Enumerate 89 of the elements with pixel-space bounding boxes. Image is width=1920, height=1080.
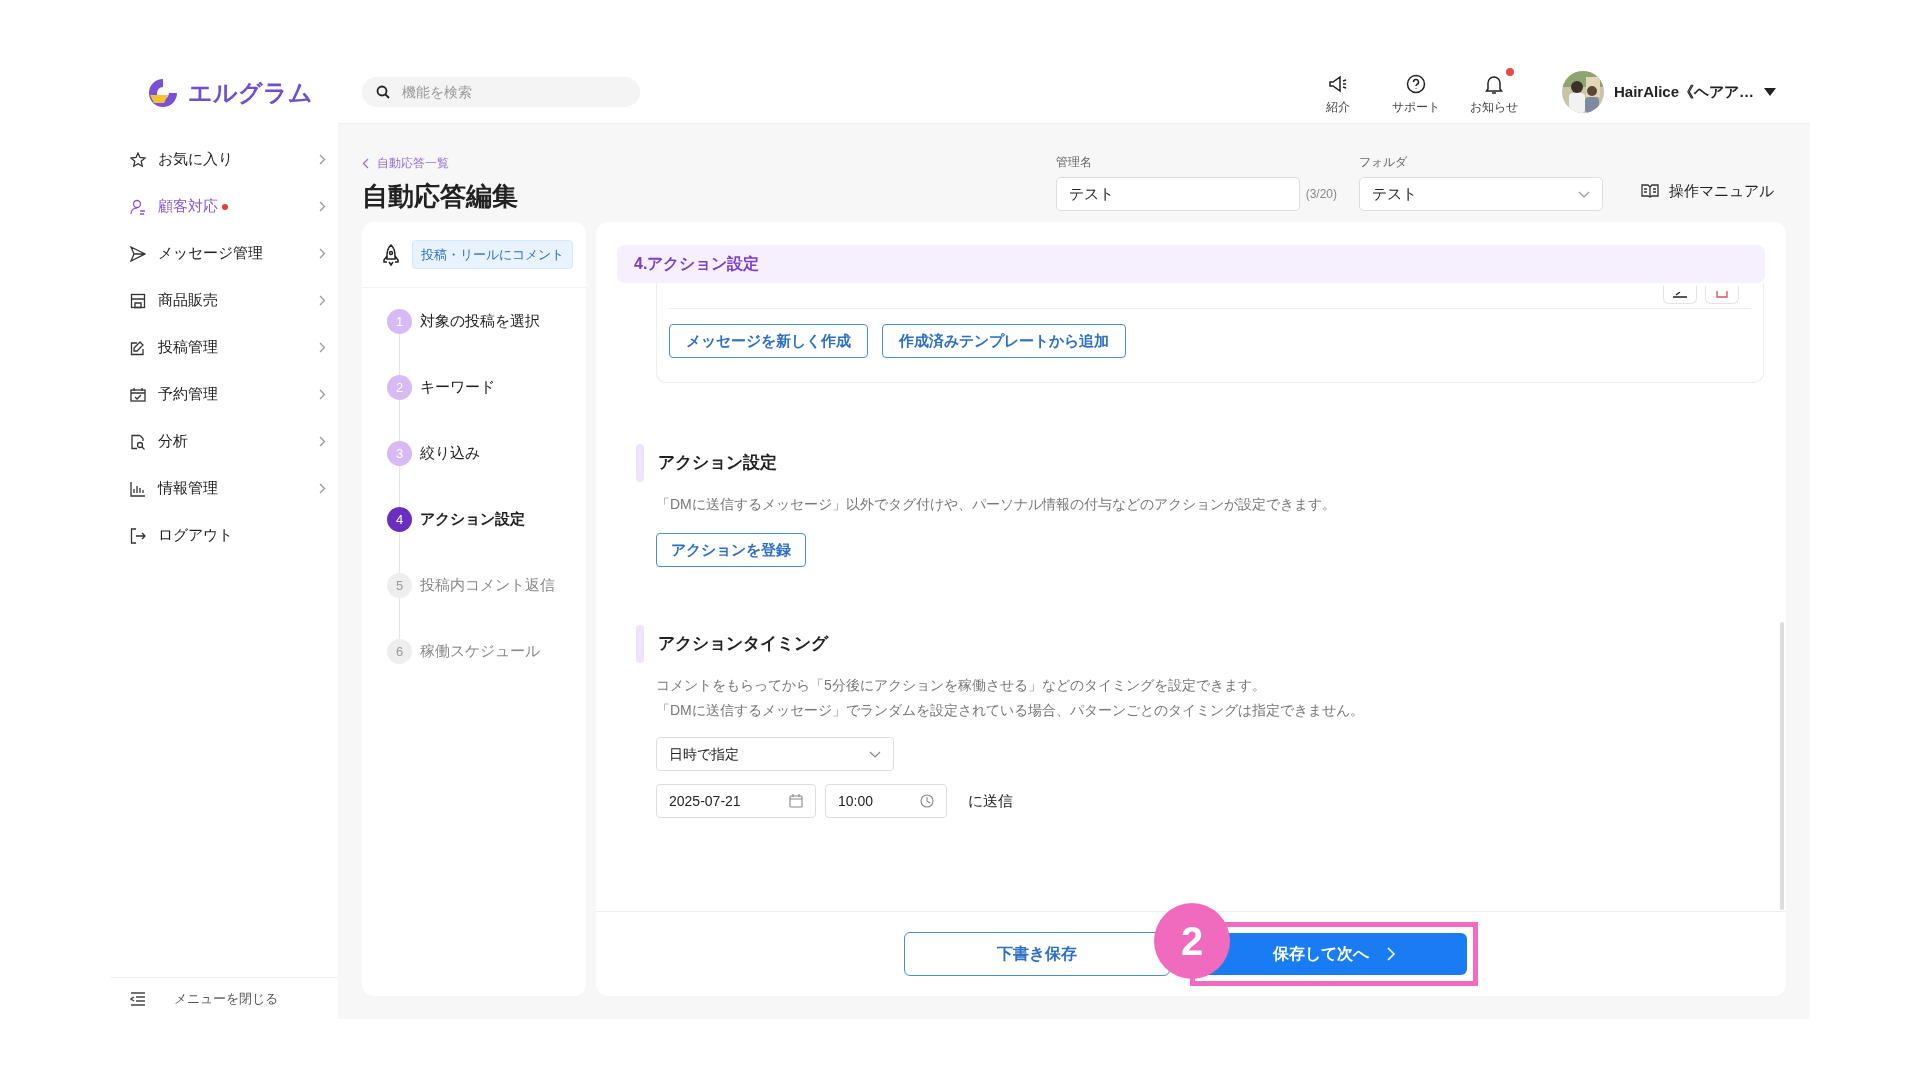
- time-field[interactable]: 10:00: [825, 784, 947, 818]
- user-name[interactable]: HairAlice《ヘアア…: [1613, 80, 1754, 104]
- menu-item[interactable]: お気に入り: [110, 136, 338, 183]
- nav-button[interactable]: サポート: [1387, 68, 1444, 116]
- accent-bar: [636, 444, 644, 482]
- section-description: コメントをもらってから「5分後にアクションを稼働させる」などのタイミングを設定できます。: [656, 676, 1267, 695]
- store-icon: [130, 292, 146, 309]
- page-title: 自動応答編集: [362, 180, 518, 213]
- report-icon: [130, 433, 146, 450]
- callout-tooltip: 2: [1154, 903, 1230, 979]
- chevron-right-icon: [319, 389, 326, 400]
- send-label: に送信: [968, 790, 1013, 811]
- edit-button[interactable]: [1663, 286, 1697, 304]
- folder-select[interactable]: テスト: [1359, 177, 1603, 211]
- search-icon: [376, 85, 390, 99]
- section-description: 「DMに送信するメッセージ」でランダムを設定されている場合、パターンごとのタイミングは指定できません。: [656, 701, 1365, 720]
- character-counter: (3/20): [1305, 186, 1337, 203]
- register-action-button[interactable]: アクションを登録: [656, 533, 806, 567]
- message-button[interactable]: 作成済みテンプレートから追加: [882, 324, 1126, 358]
- chevron-right-icon: [319, 436, 326, 447]
- dropdown-icon[interactable]: [1764, 88, 1776, 96]
- chevron-right-icon: [319, 201, 326, 212]
- menu-item[interactable]: 商品販売: [110, 277, 338, 324]
- step-number: 2: [387, 375, 412, 400]
- clock-icon: [920, 794, 934, 808]
- chevron-down-icon: [1578, 190, 1590, 198]
- logo-text: エルグラム: [188, 77, 313, 108]
- message-button[interactable]: メッセージを新しく作成: [669, 324, 868, 358]
- chevron-right-icon: [319, 342, 326, 353]
- field-label: フォルダ: [1359, 154, 1408, 171]
- chevron-right-icon: [319, 248, 326, 259]
- step-label[interactable]: 投稿内コメント返信: [420, 574, 555, 597]
- menu-item[interactable]: メッセージ管理: [110, 230, 338, 277]
- field-label: 管理名: [1055, 154, 1093, 171]
- step-label[interactable]: 稼働スケジュール: [420, 640, 540, 663]
- section-description: 「DMに送信するメッセージ」以外でタグ付けや、パーソナル情報の付与などのアクションが設定できます。: [656, 495, 1337, 514]
- rocket-icon: [382, 243, 400, 266]
- step-label[interactable]: 対象の投稿を選択: [420, 310, 540, 333]
- trigger-tag: 投稿・リールにコメント: [412, 239, 573, 270]
- chevron-right-icon: [319, 154, 326, 165]
- menu-item[interactable]: ログアウト: [110, 512, 338, 559]
- step-number: 5: [387, 573, 412, 598]
- timing-select[interactable]: 日時で指定: [656, 737, 894, 771]
- back-icon[interactable]: [362, 157, 369, 169]
- bell-icon: [1482, 74, 1505, 96]
- menu-item[interactable]: 分析: [110, 418, 338, 465]
- help-icon: [1404, 74, 1427, 96]
- edit-icon: [130, 339, 146, 356]
- chevron-down-icon: [869, 750, 881, 758]
- trash-icon: [1716, 291, 1728, 298]
- menu-item[interactable]: 予約管理: [110, 371, 338, 418]
- edit-icon: [1673, 291, 1687, 298]
- section-header: 4.アクション設定: [617, 245, 1765, 283]
- logo-icon: [146, 76, 180, 109]
- step-label[interactable]: アクション設定: [420, 508, 525, 531]
- step-number: 6: [387, 639, 412, 664]
- step-label[interactable]: キーワード: [420, 376, 495, 399]
- save-draft-button[interactable]: 下書き保存: [904, 932, 1170, 976]
- star-icon: [130, 151, 146, 168]
- menu-item[interactable]: 顧客対応: [110, 183, 338, 230]
- calendar-icon: [789, 794, 803, 808]
- person-icon: [130, 198, 146, 215]
- name-input[interactable]: テスト: [1055, 177, 1300, 211]
- menu-icon[interactable]: [130, 991, 146, 1006]
- section-title: アクション設定: [658, 452, 777, 475]
- section-title: アクションタイミング: [658, 633, 828, 656]
- search-field[interactable]: 機能を検索: [362, 77, 640, 107]
- chevron-right-icon: [1386, 947, 1396, 961]
- chevron-right-icon: [319, 295, 326, 306]
- breadcrumb-link[interactable]: 自動応答一覧: [377, 154, 449, 172]
- delete-button[interactable]: [1705, 286, 1739, 304]
- menu-item[interactable]: 投稿管理: [110, 324, 338, 371]
- book-icon: [1641, 183, 1659, 198]
- step-number: 3: [387, 441, 412, 466]
- calendar-icon: [130, 386, 146, 403]
- logout-icon: [130, 527, 146, 544]
- date-field[interactable]: 2025-07-21: [656, 784, 816, 818]
- step-number: 1: [387, 309, 412, 334]
- send-icon: [130, 245, 146, 262]
- manual-link[interactable]: 操作マニュアル: [1641, 179, 1774, 202]
- chart-icon: [130, 480, 146, 497]
- chevron-right-icon: [319, 483, 326, 494]
- accent-bar: [636, 625, 644, 663]
- nav-button[interactable]: 紹介: [1309, 68, 1366, 116]
- step-label[interactable]: 絞り込み: [420, 442, 480, 465]
- step-number: 4: [387, 507, 412, 532]
- nav-button[interactable]: お知らせ: [1465, 68, 1522, 116]
- collapse-menu-link[interactable]: メニューを閉じる: [174, 988, 278, 1009]
- menu-item[interactable]: 情報管理: [110, 465, 338, 512]
